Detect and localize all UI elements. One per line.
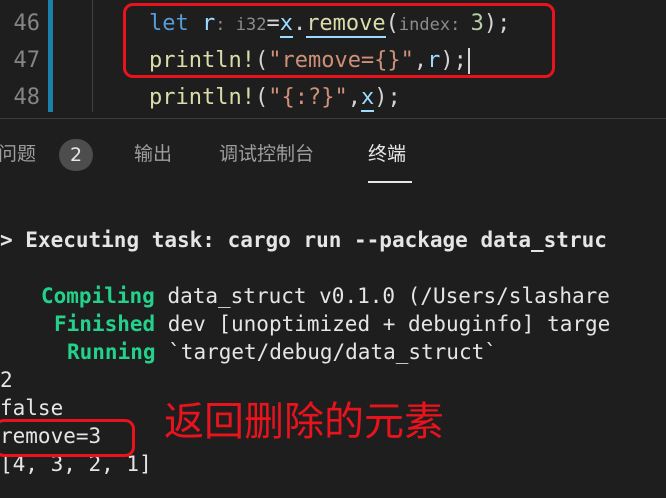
build-text: `target/debug/data_struct`: [155, 340, 497, 364]
build-text: data_struct v0.1.0 (/Users/slashare: [154, 284, 610, 308]
annotation-caption: 返回删除的元素: [164, 399, 444, 445]
build-status: Running: [67, 340, 156, 364]
terminal-output-line: false: [0, 396, 64, 420]
build-status: Compiling: [41, 284, 155, 308]
terminal-task-line: > Executing task: cargo run --package da…: [0, 226, 607, 254]
task-prompt: >: [0, 228, 26, 252]
terminal-output[interactable]: > Executing task: cargo run --package da…: [0, 0, 666, 498]
terminal-build-line: Running `target/debug/data_struct`: [67, 338, 497, 366]
terminal-output-line: 2: [0, 368, 13, 392]
build-status: Finished: [54, 312, 156, 336]
task-text: Executing task: cargo run --package data…: [25, 228, 607, 252]
build-text: dev [unoptimized + debuginfo] targe: [155, 312, 611, 336]
terminal-build-line: Compiling data_struct v0.1.0 (/Users/sla…: [41, 282, 610, 310]
terminal-build-line: Finished dev [unoptimized + debuginfo] t…: [54, 310, 610, 338]
annotation-highlight-box-output: [0, 419, 135, 457]
